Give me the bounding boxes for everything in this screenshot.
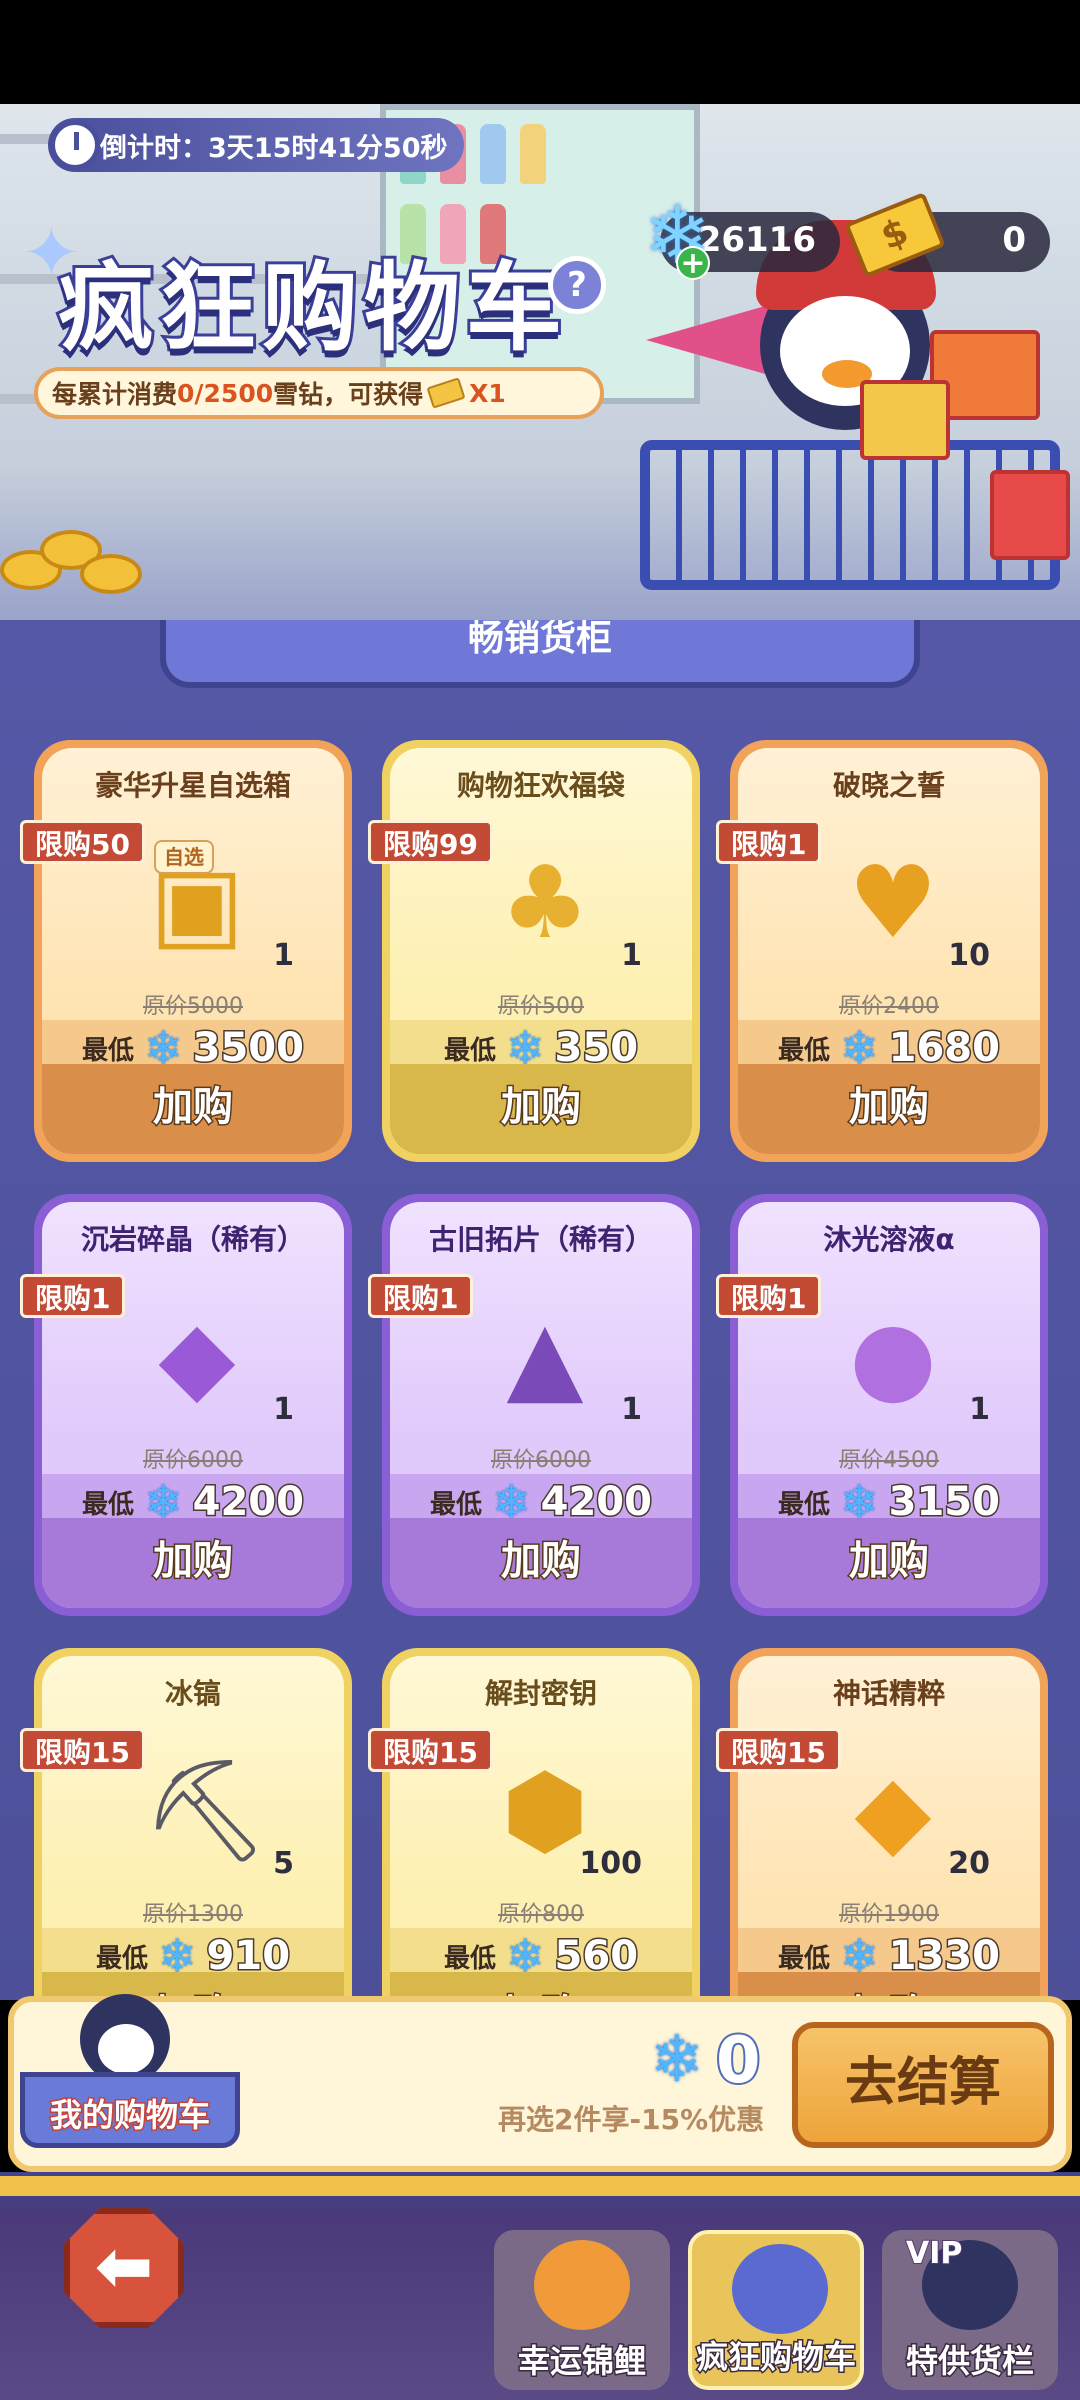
product-name: 豪华升星自选箱 xyxy=(94,769,291,802)
product-name: 古旧拓片（稀有） xyxy=(428,1223,653,1256)
snow-diamond-icon: ❄ xyxy=(650,2023,704,2097)
product-grid: 豪华升星自选箱 ▣ 1 原价5000 最低 ❄ 3500 加购 限购50 自选 … xyxy=(0,0,1080,1996)
product-name: 沐光溶液α xyxy=(823,1223,955,1256)
product-card: 冰镐 ⛏ 5 原价1300 最低 ❄ 910 加购 限购15 xyxy=(20,1648,352,1996)
product-quantity: 1 xyxy=(273,1392,294,1427)
original-price: 原价500 xyxy=(498,994,584,1019)
product-name: 神话精粹 xyxy=(832,1677,945,1710)
tab-label: 疯狂购物车 xyxy=(694,2337,857,2378)
card-body: 破晓之誓 ♥ 10 原价2400 最低 ❄ 1680 加购 xyxy=(738,748,1040,1154)
purchase-limit-badge: 限购1 xyxy=(368,1274,474,1318)
cart-icon xyxy=(732,2244,828,2334)
product-card: 破晓之誓 ♥ 10 原价2400 最低 ❄ 1680 加购 限购1 xyxy=(716,740,1048,1162)
product-quantity: 1 xyxy=(621,1392,642,1427)
original-price: 原价6000 xyxy=(491,1448,591,1473)
gold-amulet-icon: ♥ xyxy=(848,844,938,961)
tab-label: 特供货栏 xyxy=(904,2341,1035,2382)
product-card: 沐光溶液α ● 1 原价4500 最低 ❄ 3150 加购 限购1 xyxy=(716,1194,1048,1616)
gold-crystal-icon: ◆ xyxy=(854,1752,932,1869)
add-to-cart-button[interactable]: 加购 xyxy=(42,1972,344,1996)
min-label: 最低 xyxy=(430,1489,483,1520)
product-card: 购物狂欢福袋 ♣ 1 原价500 最低 ❄ 350 加购 限购99 xyxy=(368,740,700,1162)
crystal-bowl-icon: ◆ xyxy=(158,1298,236,1415)
original-price: 原价6000 xyxy=(143,1448,243,1473)
min-label: 最低 xyxy=(778,1943,831,1974)
card-body: 沉岩碎晶（稀有） ◆ 1 原价6000 最低 ❄ 4200 加购 xyxy=(42,1202,344,1608)
product-card: 沉岩碎晶（稀有） ◆ 1 原价6000 最低 ❄ 4200 加购 限购1 xyxy=(20,1194,352,1616)
checkout-button[interactable]: 去结算 xyxy=(792,2022,1054,2148)
min-label: 最低 xyxy=(443,1943,496,1974)
purchase-limit-badge: 限购1 xyxy=(20,1274,126,1318)
product-quantity: 20 xyxy=(948,1846,990,1881)
product-quantity: 1 xyxy=(969,1392,990,1427)
koi-fish-icon xyxy=(534,2240,630,2330)
min-label: 最低 xyxy=(82,1035,135,1066)
product-name: 冰镐 xyxy=(164,1677,221,1710)
card-body: 豪华升星自选箱 ▣ 1 原价5000 最低 ❄ 3500 加购 xyxy=(42,748,344,1154)
tab-label: 幸运锦鲤 xyxy=(516,2341,647,2382)
product-name: 沉岩碎晶（稀有） xyxy=(80,1223,305,1256)
min-label: 最低 xyxy=(82,1489,135,1520)
lucky-bag-icon: ♣ xyxy=(500,844,590,961)
purchase-limit-badge: 限购99 xyxy=(368,820,493,864)
purchase-limit-badge: 限购15 xyxy=(368,1728,493,1772)
purchase-limit-badge: 限购1 xyxy=(716,820,822,864)
optional-tag: 自选 xyxy=(154,840,214,874)
back-button[interactable]: ⬅ xyxy=(64,2208,184,2328)
add-to-cart-button[interactable]: 加购 xyxy=(390,1972,692,1996)
card-body: 冰镐 ⛏ 5 原价1300 最低 ❄ 910 加购 xyxy=(42,1656,344,1996)
product-card: 古旧拓片（稀有） ▲ 1 原价6000 最低 ❄ 4200 加购 限购1 xyxy=(368,1194,700,1616)
add-to-cart-button[interactable]: 加购 xyxy=(738,1972,1040,1996)
min-label: 最低 xyxy=(443,1035,496,1066)
product-quantity: 5 xyxy=(273,1846,294,1881)
product-quantity: 1 xyxy=(621,938,642,973)
add-to-cart-button[interactable]: 加购 xyxy=(390,1064,692,1154)
card-body: 购物狂欢福袋 ♣ 1 原价500 最低 ❄ 350 加购 xyxy=(390,748,692,1154)
tab-lucky-koi[interactable]: 幸运锦鲤 xyxy=(494,2230,670,2390)
original-price: 原价4500 xyxy=(839,1448,939,1473)
tab-crazy-cart[interactable]: 疯狂购物车 xyxy=(688,2230,864,2390)
product-name: 解封密钥 xyxy=(484,1677,597,1710)
add-to-cart-button[interactable]: 加购 xyxy=(390,1518,692,1608)
potion-icon: ● xyxy=(849,1298,937,1415)
my-cart-button[interactable]: 我的购物车 xyxy=(20,1994,240,2148)
purchase-limit-badge: 限购1 xyxy=(716,1274,822,1318)
original-price: 原价2400 xyxy=(839,994,939,1019)
product-quantity: 1 xyxy=(273,938,294,973)
card-body: 解封密钥 ⬢ 100 原价800 最低 ❄ 560 加购 xyxy=(390,1656,692,1996)
add-to-cart-button[interactable]: 加购 xyxy=(42,1064,344,1154)
my-cart-label: 我的购物车 xyxy=(48,2095,211,2136)
penguin-icon xyxy=(80,1994,170,2084)
pickaxe-icon: ⛏ xyxy=(142,1752,269,1869)
min-label: 最低 xyxy=(778,1489,831,1520)
add-to-cart-button[interactable]: 加购 xyxy=(738,1064,1040,1154)
product-card: 解封密钥 ⬢ 100 原价800 最低 ❄ 560 加购 限购15 xyxy=(368,1648,700,1996)
original-price: 原价5000 xyxy=(143,994,243,1019)
card-body: 神话精粹 ◆ 20 原价1900 最低 ❄ 1330 加购 xyxy=(738,1656,1040,1996)
product-card: 豪华升星自选箱 ▣ 1 原价5000 最低 ❄ 3500 加购 限购50 自选 xyxy=(20,740,352,1162)
nav-divider xyxy=(0,2172,1080,2196)
card-body: 沐光溶液α ● 1 原价4500 最低 ❄ 3150 加购 xyxy=(738,1202,1040,1608)
card-body: 古旧拓片（稀有） ▲ 1 原价6000 最低 ❄ 4200 加购 xyxy=(390,1202,692,1608)
product-name: 破晓之誓 xyxy=(832,769,945,802)
min-label: 最低 xyxy=(778,1035,831,1066)
vip-badge: VIP xyxy=(905,2235,963,2272)
product-name: 购物狂欢福袋 xyxy=(456,769,625,802)
discount-hint: 再选2件享-15%优惠 xyxy=(498,2103,765,2136)
purchase-limit-badge: 限购15 xyxy=(20,1728,145,1772)
purchase-limit-badge: 限购50 xyxy=(20,820,145,864)
min-label: 最低 xyxy=(95,1943,148,1974)
add-to-cart-button[interactable]: 加购 xyxy=(42,1518,344,1608)
original-price: 原价1300 xyxy=(143,1902,243,1927)
rune-card-icon: ▲ xyxy=(506,1298,584,1415)
cart-total: 0 xyxy=(714,2022,762,2100)
add-to-cart-button[interactable]: 加购 xyxy=(738,1518,1040,1608)
original-price: 原价800 xyxy=(498,1902,584,1927)
product-quantity: 10 xyxy=(948,938,990,973)
original-price: 原价1900 xyxy=(839,1902,939,1927)
product-quantity: 100 xyxy=(579,1846,642,1881)
purchase-limit-badge: 限购15 xyxy=(716,1728,841,1772)
product-card: 神话精粹 ◆ 20 原价1900 最低 ❄ 1330 加购 限购15 xyxy=(716,1648,1048,1996)
